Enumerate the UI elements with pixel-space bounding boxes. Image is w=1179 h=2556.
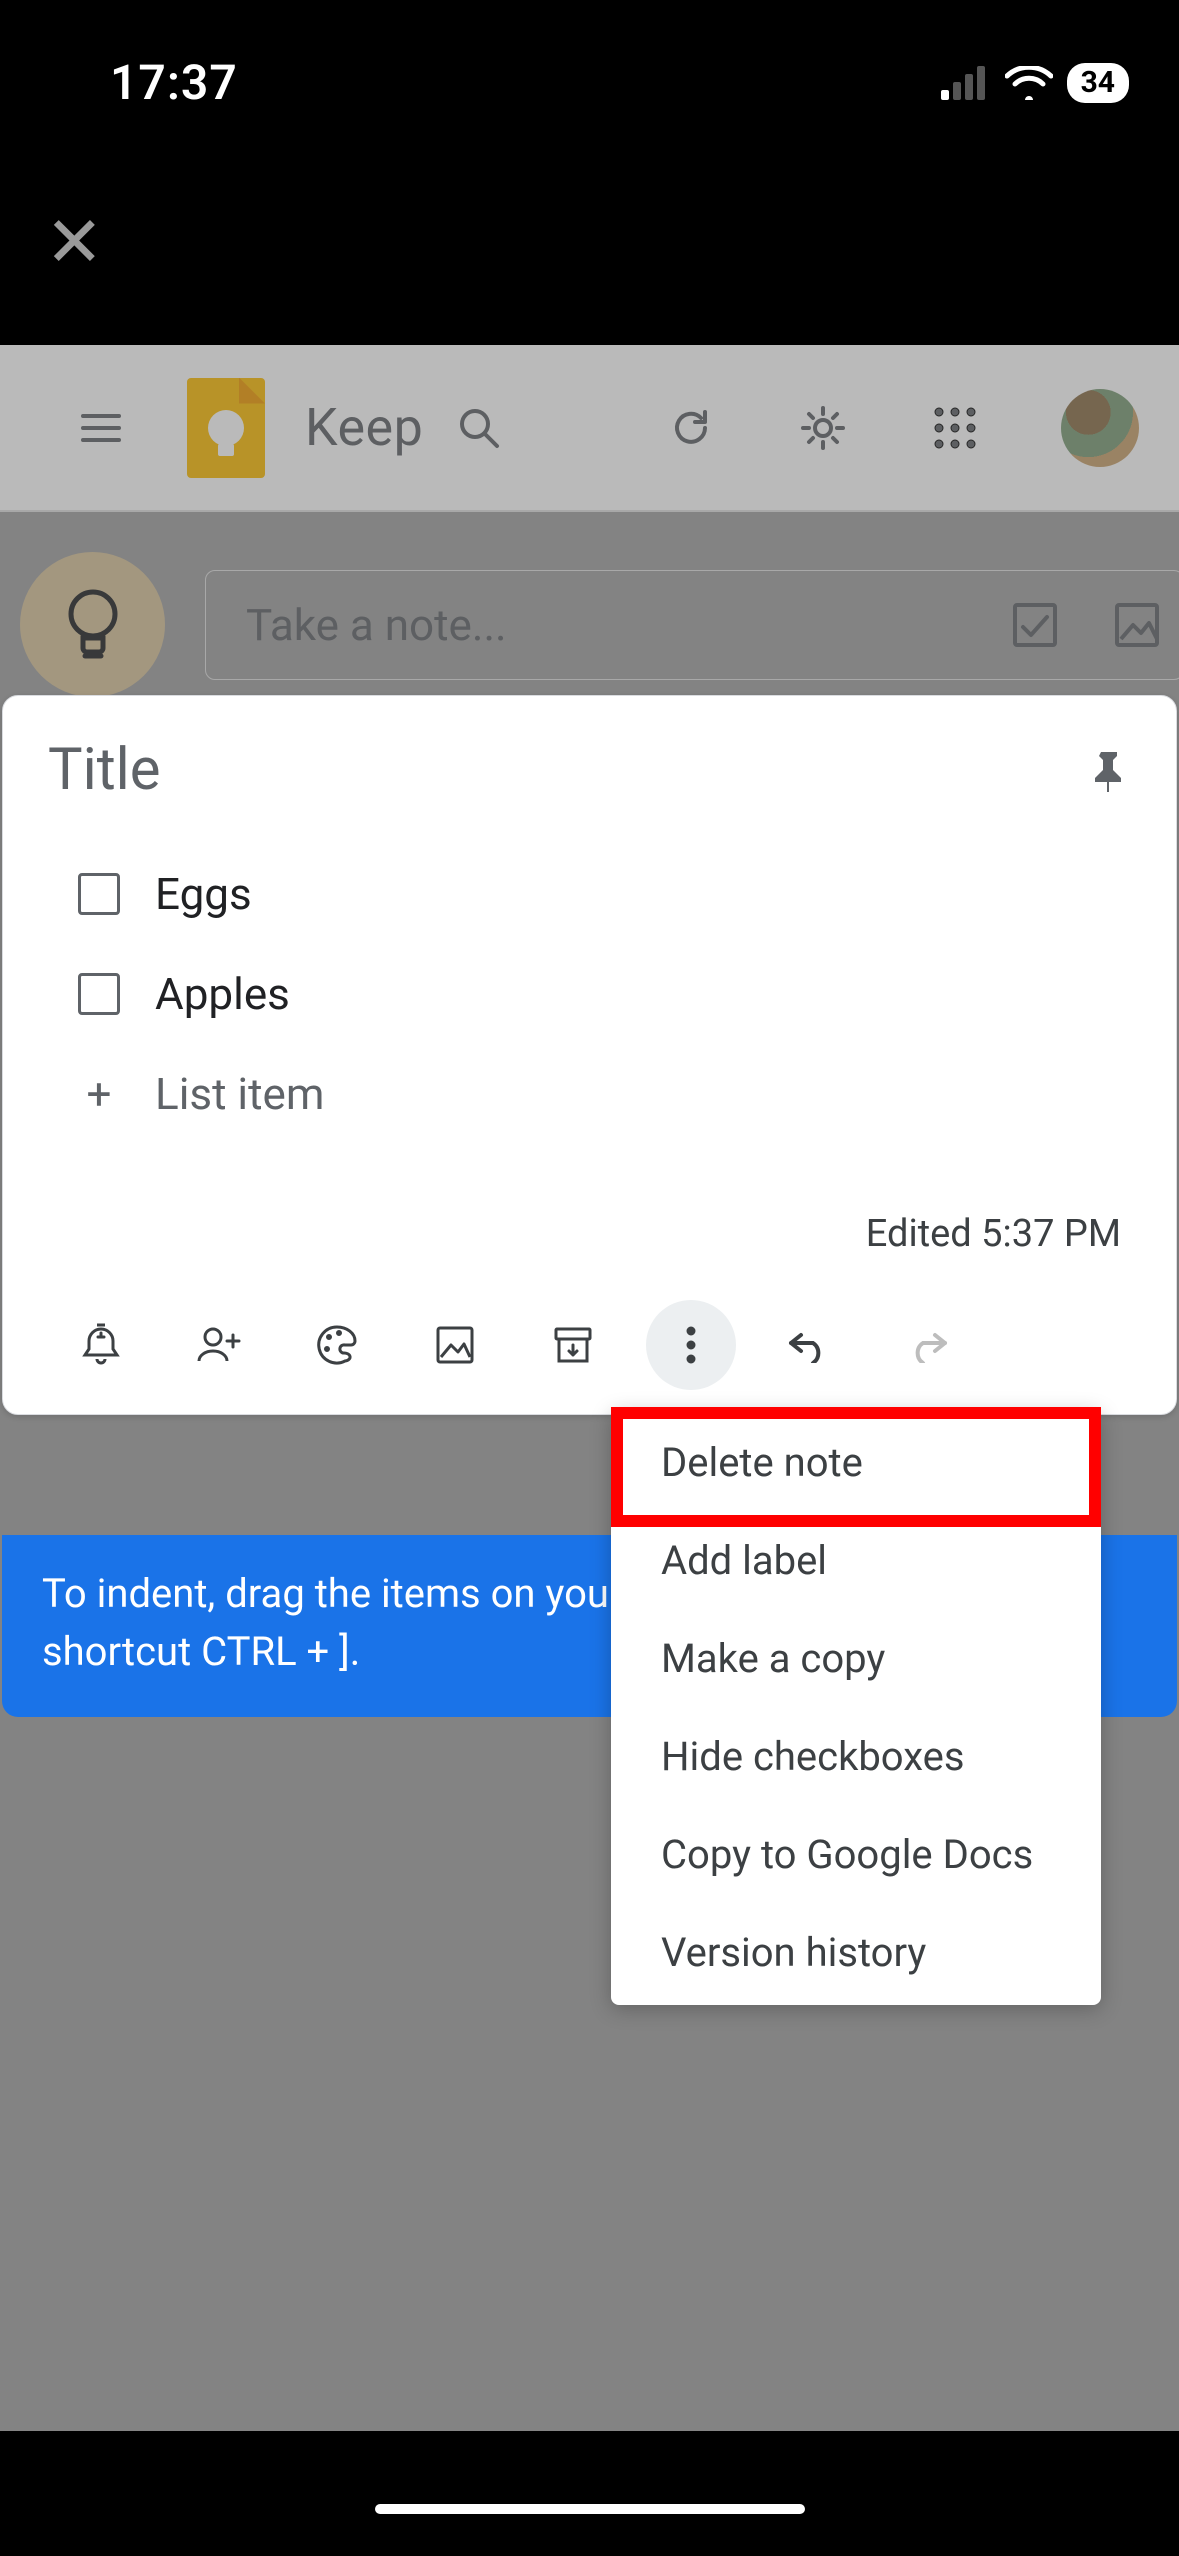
tip-line-1: To indent, drag the items on your: [42, 1570, 623, 1617]
lightbulb-badge-icon[interactable]: [20, 552, 165, 697]
avatar[interactable]: [1061, 389, 1139, 467]
list-item-text[interactable]: Apples: [155, 968, 290, 1020]
menu-make-a-copy[interactable]: Make a copy: [611, 1609, 1101, 1707]
search-icon[interactable]: [453, 402, 505, 454]
edited-timestamp: Edited 5:37 PM: [48, 1212, 1131, 1256]
menu-delete-note[interactable]: Delete note: [611, 1413, 1101, 1511]
battery-indicator: 34: [1067, 63, 1129, 103]
add-item-label: List item: [155, 1068, 324, 1120]
more-menu-icon[interactable]: [646, 1300, 736, 1390]
keep-header: Keep: [0, 345, 1179, 510]
menu-copy-to-docs[interactable]: Copy to Google Docs: [611, 1805, 1101, 1903]
image-icon[interactable]: [396, 1310, 514, 1380]
screen: 17:37 34 ✕: [0, 0, 1179, 2556]
menu-add-label[interactable]: Add label: [611, 1511, 1101, 1609]
plus-icon: +: [78, 1068, 120, 1120]
undo-icon[interactable]: [750, 1310, 868, 1380]
checkbox-icon[interactable]: [78, 873, 120, 915]
note-editor-card: Title Eggs Apples + List item: [2, 695, 1177, 1415]
person-add-icon[interactable]: [160, 1310, 278, 1380]
status-time: 17:37: [110, 54, 238, 111]
list-item[interactable]: Eggs: [78, 844, 1131, 944]
checkbox-icon[interactable]: [78, 973, 120, 1015]
gear-icon[interactable]: [797, 402, 849, 454]
take-note-box[interactable]: Take a note...: [205, 570, 1179, 680]
hamburger-menu-icon[interactable]: [75, 402, 127, 454]
list-item[interactable]: Apples: [78, 944, 1131, 1044]
browser-top-bar: ✕: [0, 140, 1179, 345]
more-menu-popover: Delete note Add label Make a copy Hide c…: [611, 1409, 1101, 2005]
redo-icon[interactable]: [868, 1310, 986, 1380]
status-bar: 17:37 34: [0, 0, 1179, 140]
cellular-icon: [941, 66, 991, 100]
archive-icon[interactable]: [514, 1310, 632, 1380]
new-image-note-icon[interactable]: [1111, 599, 1163, 651]
menu-hide-checkboxes[interactable]: Hide checkboxes: [611, 1707, 1101, 1805]
note-title-input[interactable]: Title: [48, 736, 161, 804]
apps-grid-icon[interactable]: [929, 402, 981, 454]
checklist: Eggs Apples + List item: [48, 844, 1131, 1144]
home-indicator[interactable]: [375, 2504, 805, 2514]
refresh-icon[interactable]: [665, 402, 717, 454]
new-list-icon[interactable]: [1009, 599, 1061, 651]
content-area: Keep: [0, 345, 1179, 2431]
palette-icon[interactable]: [278, 1310, 396, 1380]
pin-icon[interactable]: [1087, 748, 1131, 792]
status-indicators: 34: [941, 63, 1129, 103]
menu-version-history[interactable]: Version history: [611, 1903, 1101, 2001]
close-icon[interactable]: ✕: [45, 208, 104, 278]
note-title-row: Title: [48, 736, 1131, 804]
add-list-item[interactable]: + List item: [78, 1044, 1131, 1144]
bottom-bar: [0, 2431, 1179, 2556]
list-item-text[interactable]: Eggs: [155, 868, 252, 920]
tip-line-2: shortcut CTRL + ].: [42, 1628, 360, 1675]
take-note-placeholder: Take a note...: [246, 599, 959, 651]
wifi-icon: [1005, 66, 1053, 100]
keep-logo-icon: [187, 378, 265, 478]
keep-title: Keep: [305, 397, 423, 458]
note-toolbar: [42, 1272, 1137, 1414]
battery-value: 34: [1081, 65, 1115, 100]
reminder-icon[interactable]: [42, 1310, 160, 1380]
